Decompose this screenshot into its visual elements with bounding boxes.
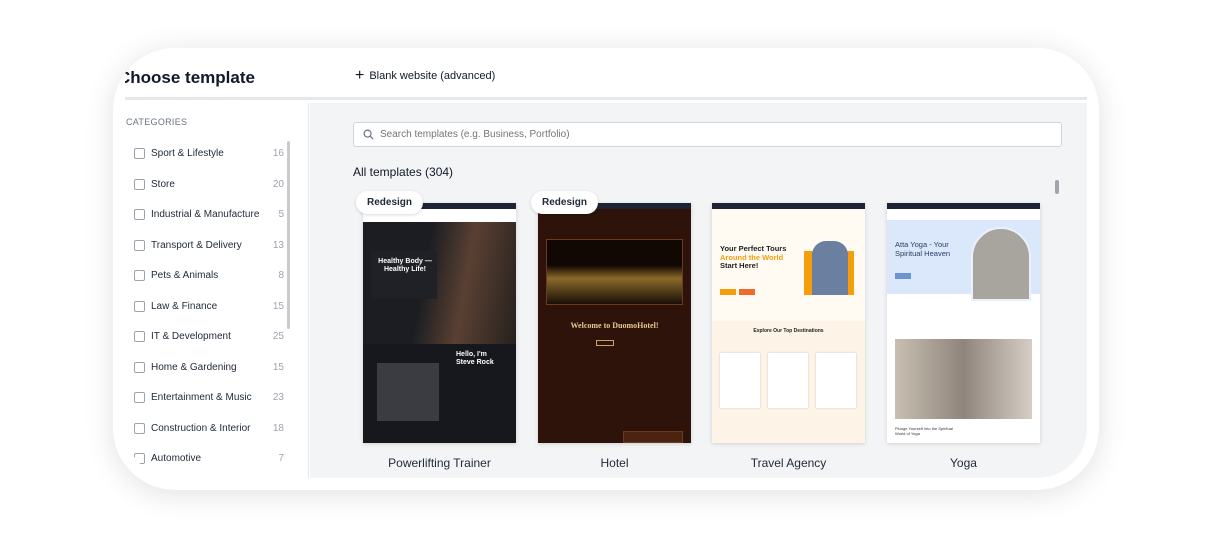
template-card-hotel[interactable]: Redesign Welcome to DuomoHotel! Hotel: [531, 191, 691, 470]
category-checkbox[interactable]: [134, 270, 145, 281]
thumb-sub-text: Explore Our Top Destinations: [753, 328, 824, 334]
search-icon: [363, 129, 374, 140]
category-label: Transport & Delivery: [151, 239, 242, 251]
category-item[interactable]: Construction & Interior 18: [134, 422, 284, 434]
category-checkbox[interactable]: [134, 392, 145, 403]
category-label: IT & Development: [151, 331, 231, 342]
category-count: 15: [272, 361, 284, 373]
template-thumbnail: Welcome to DuomoHotel!: [538, 203, 691, 443]
template-card-travel-agency[interactable]: Your Perfect Tours Around the World Start …: [712, 203, 865, 470]
category-checkbox[interactable]: [134, 453, 145, 464]
category-label: Store: [151, 178, 175, 190]
category-label: Sport & Lifestyle: [151, 148, 224, 159]
page-title: Choose template: [125, 68, 255, 87]
template-name: Hotel: [600, 456, 629, 470]
category-checkbox[interactable]: [134, 422, 145, 434]
category-checkbox[interactable]: [134, 331, 145, 342]
category-label: Home & Gardening: [151, 361, 237, 373]
category-item[interactable]: Law & Finance 15: [134, 300, 284, 312]
category-label: Pets & Animals: [151, 270, 219, 281]
category-item[interactable]: Home & Gardening 15: [134, 361, 284, 373]
category-item[interactable]: Automotive 7: [134, 453, 284, 464]
main-scrollbar[interactable]: [1055, 180, 1059, 194]
category-item[interactable]: Sport & Lifestyle 16: [134, 148, 284, 159]
app-window: Choose template + Blank website (advance…: [113, 48, 1099, 490]
thumb-hero-text: Healthy Body — Healthy Life!: [378, 258, 432, 274]
template-card-yoga[interactable]: Atta Yoga - Your Spiritual Heaven Plunge…: [887, 203, 1040, 470]
category-item[interactable]: Transport & Delivery 13: [134, 239, 284, 251]
template-thumbnail: Your Perfect Tours Around the World Start …: [712, 203, 865, 443]
category-count: 13: [272, 239, 284, 251]
category-checkbox[interactable]: [134, 148, 145, 159]
category-item[interactable]: Industrial & Manufacture 5: [134, 209, 284, 220]
thumb-hero-text: Welcome to DuomoHotel!: [570, 321, 659, 330]
thumb-sub-text: Hello, I'm Steve Rock: [456, 351, 494, 367]
redesign-badge: Redesign: [356, 191, 424, 214]
redesign-badge: Redesign: [531, 191, 599, 214]
thumb-hero-text-c: Start Here!: [720, 261, 759, 271]
category-label: Construction & Interior: [151, 422, 251, 434]
sidebar: CATEGORIES Sport & Lifestyle 16 Store 20 Ind…: [125, 103, 309, 478]
category-item[interactable]: Entertainment & Music 23: [134, 392, 284, 403]
main-panel: All templates (304) Redesign Healthy Bod…: [310, 103, 1087, 478]
plus-icon: +: [355, 67, 365, 84]
template-thumbnail: Atta Yoga - Your Spiritual Heaven Plunge…: [887, 203, 1040, 443]
category-label: Industrial & Manufacture: [151, 209, 260, 220]
category-checkbox[interactable]: [134, 239, 145, 251]
category-count: 7: [278, 453, 284, 464]
category-count: 8: [278, 270, 284, 281]
category-checkbox[interactable]: [134, 178, 145, 190]
category-label: Law & Finance: [151, 300, 218, 312]
search-input[interactable]: [380, 129, 1061, 140]
category-count: 25: [272, 331, 284, 342]
sidebar-scrollbar[interactable]: [287, 141, 290, 329]
all-templates-heading: All templates (304): [353, 165, 454, 179]
template-name: Powerlifting Trainer: [388, 456, 491, 470]
category-label: Automotive: [151, 453, 202, 464]
category-count: 18: [272, 422, 284, 434]
category-count: 23: [272, 392, 284, 403]
category-checkbox[interactable]: [134, 209, 145, 220]
thumb-sub-text: Plunge Yourself Into the Spiritual World…: [895, 426, 953, 436]
category-count: 5: [278, 209, 284, 220]
template-name: Travel Agency: [750, 456, 827, 470]
template-card-powerlifting[interactable]: Redesign Healthy Body — Healthy Life! He…: [356, 191, 516, 470]
search-field[interactable]: [353, 122, 1062, 147]
category-checkbox[interactable]: [134, 300, 145, 312]
category-checkbox[interactable]: [134, 361, 145, 373]
template-name: Yoga: [950, 456, 977, 470]
thumb-hero-text: Atta Yoga - Your Spiritual Heaven: [895, 240, 951, 258]
categories-heading: CATEGORIES: [126, 117, 188, 127]
template-thumbnail: Healthy Body — Healthy Life! Hello, I'm …: [363, 203, 516, 443]
header: Choose template + Blank website (advance…: [125, 48, 1087, 100]
category-count: 16: [272, 148, 284, 159]
category-label: Entertainment & Music: [151, 392, 252, 403]
category-item[interactable]: Pets & Animals 8: [134, 270, 284, 281]
category-item[interactable]: IT & Development 25: [134, 331, 284, 342]
category-item[interactable]: Store 20: [134, 178, 284, 190]
blank-website-button[interactable]: + Blank website (advanced): [355, 67, 496, 84]
blank-website-label: Blank website (advanced): [369, 70, 496, 82]
category-count: 15: [272, 300, 284, 312]
category-count: 20: [272, 178, 284, 190]
